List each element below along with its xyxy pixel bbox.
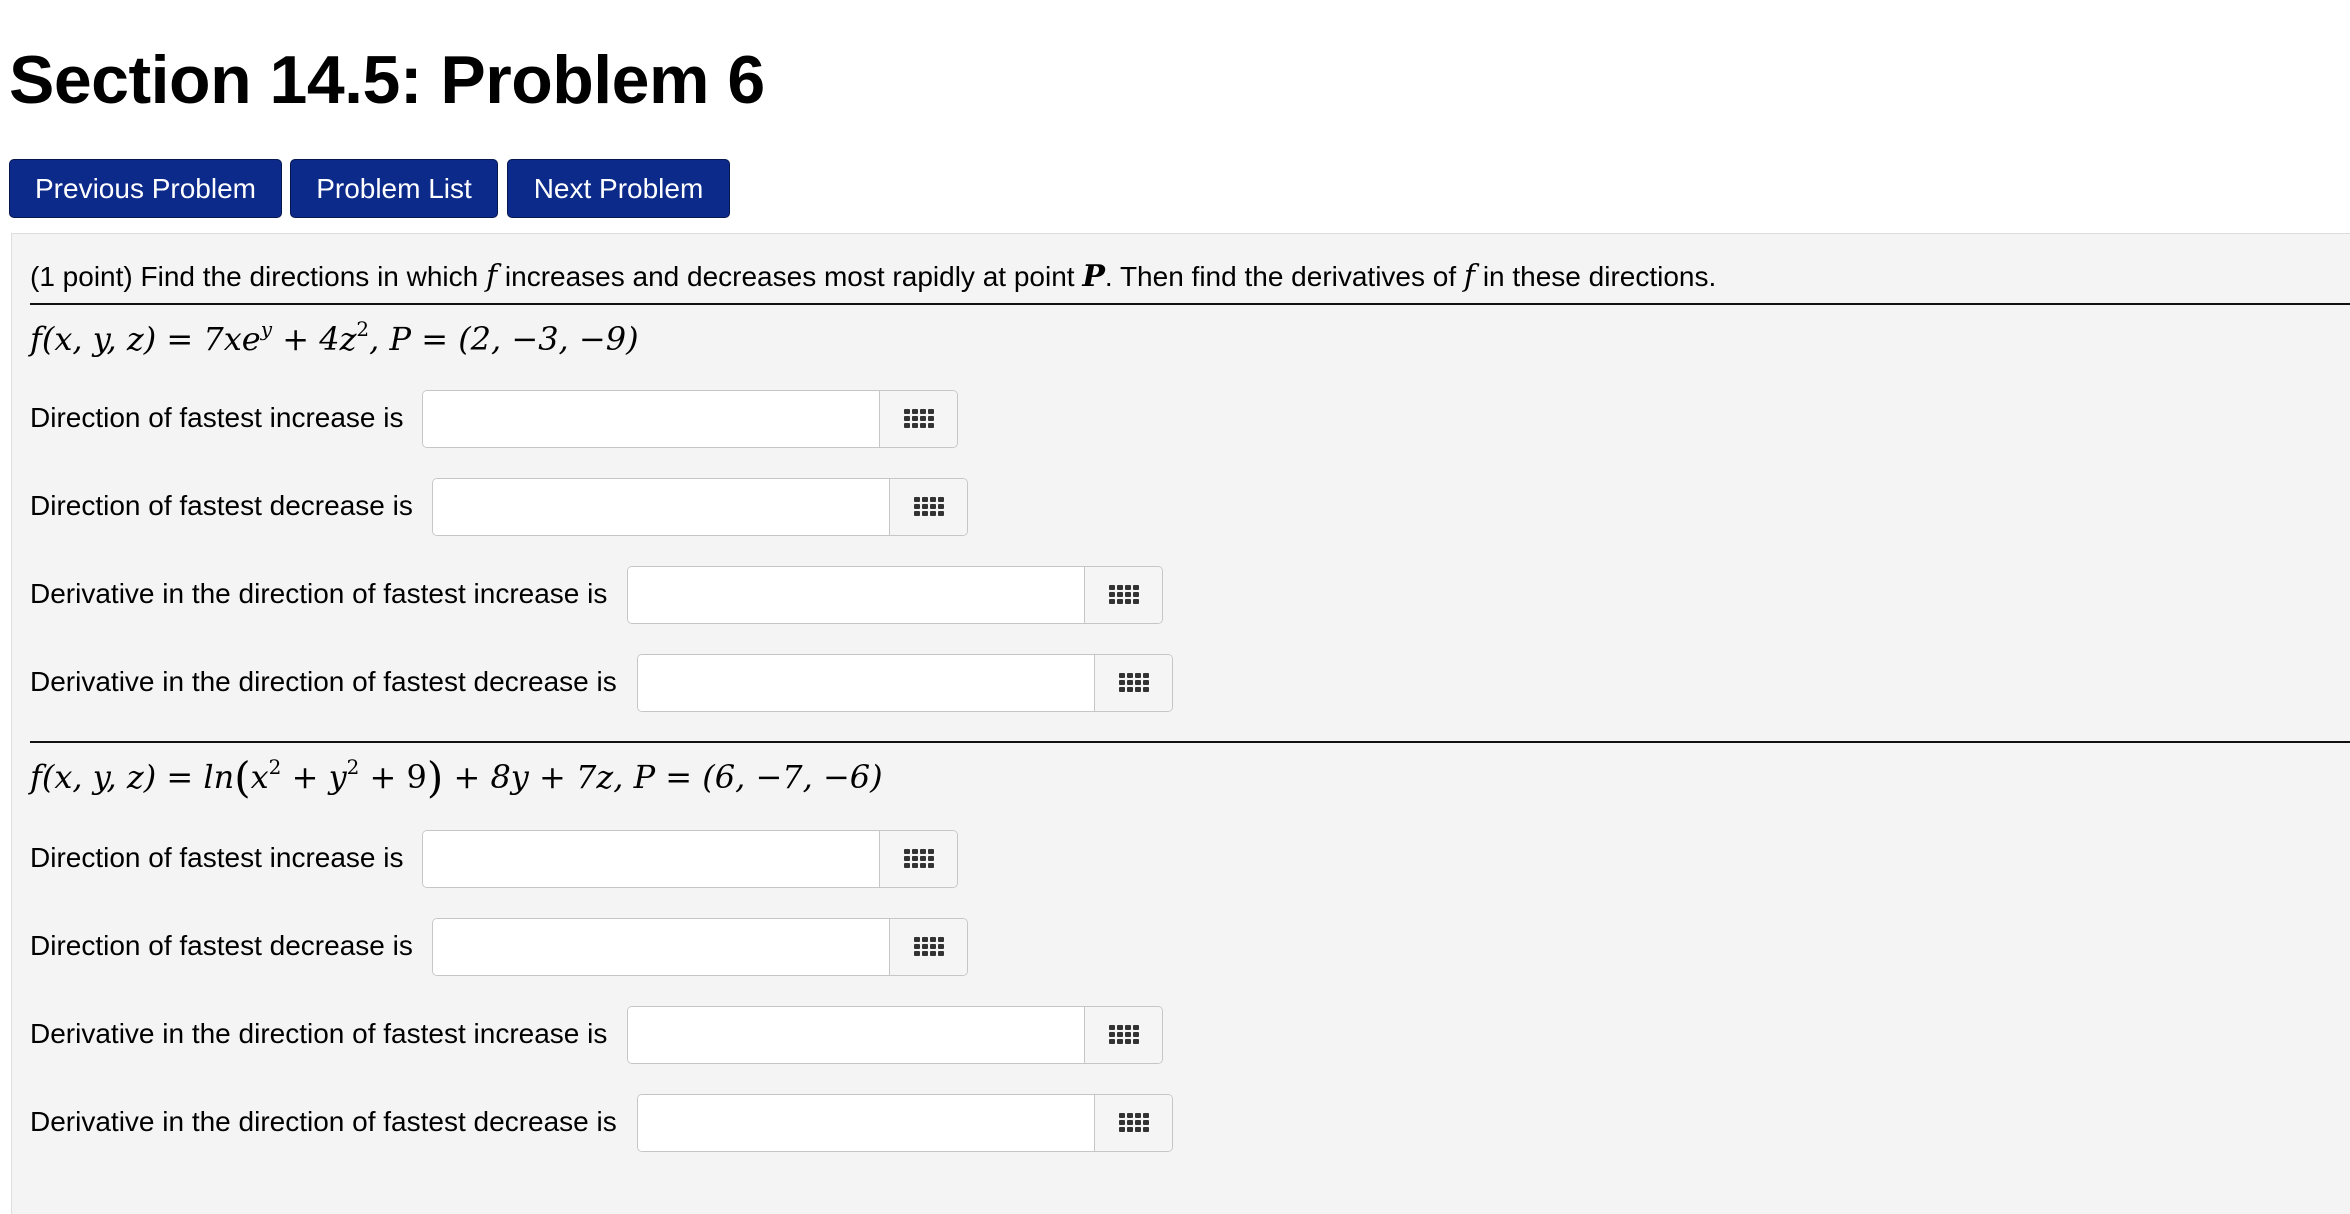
answer-increase-direction-1 <box>422 390 958 448</box>
label-decrease-derivative: Derivative in the direction of fastest d… <box>30 666 617 697</box>
equation-part1: f(x, y, z) = 7xey + 4z2, P = (2, −3, −9) <box>30 317 639 358</box>
answer-decrease-direction-2 <box>432 918 968 976</box>
keyboard-grid-glyph <box>1118 1113 1149 1132</box>
math-f: f <box>1463 259 1476 294</box>
label-increase-derivative: Derivative in the direction of fastest i… <box>30 578 608 609</box>
section-divider <box>30 741 2350 743</box>
answer-increase-direction-2 <box>422 830 958 888</box>
equation-part2: f(x, y, z) = ln(x2 + y2 + 9) + 8y + 7z, … <box>30 753 883 802</box>
math-P: P <box>1082 259 1105 294</box>
keyboard-grid-glyph <box>903 409 934 428</box>
previous-problem-button[interactable]: Previous Problem <box>9 159 282 218</box>
label-decrease-derivative: Derivative in the direction of fastest d… <box>30 1106 617 1137</box>
keyboard-grid-icon[interactable] <box>1094 1095 1172 1151</box>
answer-decrease-derivative-1 <box>637 654 1173 712</box>
answer-increase-derivative-1 <box>627 566 1163 624</box>
decrease-direction-input-2[interactable] <box>433 919 890 975</box>
keyboard-grid-icon[interactable] <box>879 831 957 887</box>
keyboard-grid-icon[interactable] <box>889 919 967 975</box>
answer-decrease-derivative-2 <box>637 1094 1173 1152</box>
label-increase-derivative: Derivative in the direction of fastest i… <box>30 1018 608 1049</box>
keyboard-grid-icon[interactable] <box>879 391 957 447</box>
decrease-derivative-input-2[interactable] <box>638 1095 1095 1151</box>
next-problem-button[interactable]: Next Problem <box>507 159 730 218</box>
math-f: f <box>486 259 498 294</box>
problem-statement: (1 point) Find the directions in which f… <box>30 259 1717 294</box>
increase-derivative-input-2[interactable] <box>628 1007 1085 1063</box>
decrease-direction-input-1[interactable] <box>433 479 890 535</box>
keyboard-grid-glyph <box>903 849 934 868</box>
section-divider <box>30 303 2350 305</box>
keyboard-grid-glyph <box>1108 1025 1139 1044</box>
problem-list-button[interactable]: Problem List <box>290 159 498 218</box>
increase-derivative-input-1[interactable] <box>628 567 1085 623</box>
label-decrease-direction: Direction of fastest decrease is <box>30 930 413 961</box>
points-label: (1 point) <box>30 261 133 292</box>
answer-increase-derivative-2 <box>627 1006 1163 1064</box>
answer-decrease-direction-1 <box>432 478 968 536</box>
increase-direction-input-1[interactable] <box>423 391 880 447</box>
keyboard-grid-glyph <box>1108 585 1139 604</box>
keyboard-grid-icon[interactable] <box>1084 567 1162 623</box>
keyboard-grid-glyph <box>913 497 944 516</box>
increase-direction-input-2[interactable] <box>423 831 880 887</box>
problem-panel: (1 point) Find the directions in which f… <box>11 233 2350 1214</box>
label-increase-direction: Direction of fastest increase is <box>30 402 404 433</box>
keyboard-grid-glyph <box>913 937 944 956</box>
decrease-derivative-input-1[interactable] <box>638 655 1095 711</box>
label-decrease-direction: Direction of fastest decrease is <box>30 490 413 521</box>
label-increase-direction: Direction of fastest increase is <box>30 842 404 873</box>
keyboard-grid-icon[interactable] <box>1094 655 1172 711</box>
keyboard-grid-icon[interactable] <box>889 479 967 535</box>
keyboard-grid-icon[interactable] <box>1084 1007 1162 1063</box>
keyboard-grid-glyph <box>1118 673 1149 692</box>
page-title: Section 14.5: Problem 6 <box>9 42 765 118</box>
